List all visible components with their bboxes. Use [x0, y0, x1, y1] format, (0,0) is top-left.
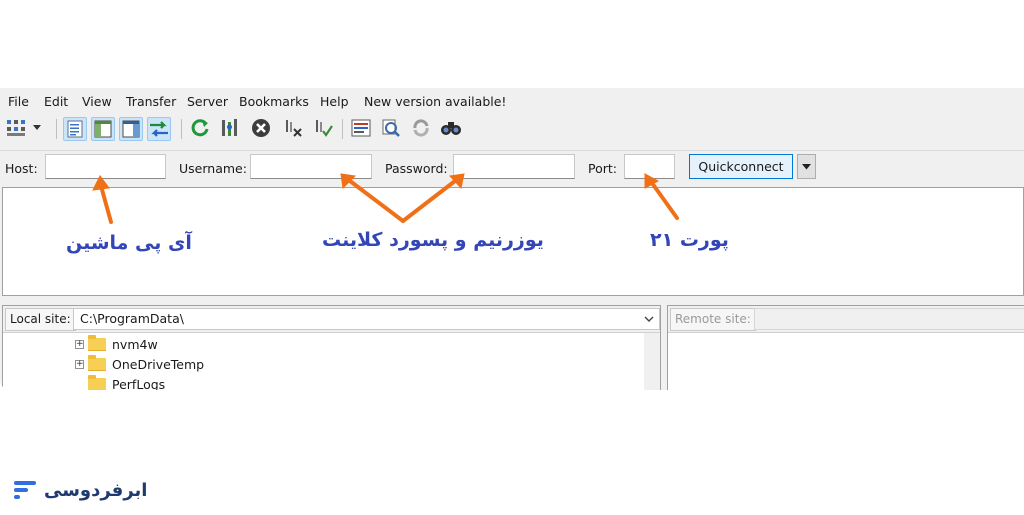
folder-icon [88, 334, 106, 351]
port-annotation: پورت ۲۱ [650, 229, 729, 251]
remote-site-path-combo[interactable] [754, 308, 1024, 330]
remote-site-label: Remote site: [670, 308, 756, 331]
remote-site-bar: Remote site: [668, 306, 1024, 333]
port-input[interactable] [624, 154, 675, 179]
toolbar-separator [56, 119, 57, 139]
username-label: Username: [179, 161, 247, 176]
local-tree-icon[interactable] [91, 117, 115, 141]
chevron-down-icon[interactable] [643, 313, 655, 325]
toolbar-separator [342, 119, 343, 139]
quickconnect-bar: Host: Username: Password: Port: Quickcon… [0, 150, 1024, 185]
folder-icon [88, 354, 106, 371]
toolbar [0, 114, 1024, 146]
refresh-icon[interactable] [189, 117, 211, 139]
remote-tree-icon[interactable] [119, 117, 143, 141]
menu-view[interactable]: View [82, 94, 112, 109]
quickconnect-history-button[interactable] [797, 154, 816, 179]
local-site-pane: Local site: C:\ProgramData\ + nvm4w + On… [2, 305, 661, 390]
directory-comparison-icon[interactable] [410, 117, 432, 139]
filezilla-window: File Edit View Transfer Server Bookmarks… [0, 88, 1024, 390]
vertical-scrollbar[interactable] [644, 333, 660, 390]
dropdown-arrow-icon[interactable] [31, 117, 43, 139]
menu-bar: File Edit View Transfer Server Bookmarks… [0, 88, 1024, 114]
remote-site-pane: Remote site: [667, 305, 1024, 390]
local-site-label: Local site: [5, 308, 76, 331]
tree-item-label: OneDriveTemp [112, 356, 205, 372]
transfer-queue-icon[interactable] [147, 117, 171, 141]
local-site-path-combo[interactable]: C:\ProgramData\ [73, 308, 660, 330]
disconnect-icon[interactable] [282, 117, 304, 139]
expand-icon[interactable]: + [75, 359, 84, 369]
chevron-down-icon [802, 163, 811, 169]
menu-transfer[interactable]: Transfer [126, 94, 176, 109]
tree-item-label: PerfLogs [112, 376, 166, 391]
tree-item-label: nvm4w [112, 336, 158, 352]
cancel-icon[interactable] [250, 117, 272, 139]
expand-icon[interactable]: + [75, 339, 84, 349]
toggle-sync-browsing-icon[interactable] [380, 117, 402, 139]
menu-bookmarks[interactable]: Bookmarks [239, 94, 309, 109]
host-label: Host: [5, 161, 38, 176]
folder-icon [88, 374, 106, 390]
toolbar-separator [181, 119, 182, 139]
tree-item[interactable]: PerfLogs [75, 374, 165, 390]
username-input[interactable] [250, 154, 372, 179]
quickconnect-button[interactable]: Quickconnect [689, 154, 793, 179]
process-queue-icon[interactable] [219, 117, 241, 139]
menu-new-version[interactable]: New version available! [364, 94, 506, 109]
reconnect-icon[interactable] [312, 117, 334, 139]
menu-help[interactable]: Help [320, 94, 349, 109]
brand-name: ابرفردوسی [44, 479, 148, 501]
host-input[interactable] [45, 154, 166, 179]
password-input[interactable] [453, 154, 575, 179]
directory-listing-filter-icon[interactable] [350, 117, 372, 139]
brand-icon [14, 481, 36, 499]
credentials-annotation: یوزرنیم و پسورد کلاینت [322, 229, 544, 251]
site-manager-icon[interactable] [5, 117, 27, 139]
local-site-path: C:\ProgramData\ [80, 311, 184, 326]
password-label: Password: [385, 161, 448, 176]
menu-edit[interactable]: Edit [44, 94, 68, 109]
tree-item[interactable]: + nvm4w [75, 334, 158, 354]
menu-server[interactable]: Server [187, 94, 228, 109]
menu-file[interactable]: File [8, 94, 29, 109]
message-log-icon[interactable] [63, 117, 87, 141]
tree-item[interactable]: + OneDriveTemp [75, 354, 204, 374]
local-site-bar: Local site: C:\ProgramData\ [3, 306, 660, 333]
search-icon[interactable] [440, 117, 462, 139]
host-annotation: آی پی ماشین [66, 232, 192, 254]
port-label: Port: [588, 161, 617, 176]
brand-logo: ابرفردوسی [12, 475, 147, 505]
